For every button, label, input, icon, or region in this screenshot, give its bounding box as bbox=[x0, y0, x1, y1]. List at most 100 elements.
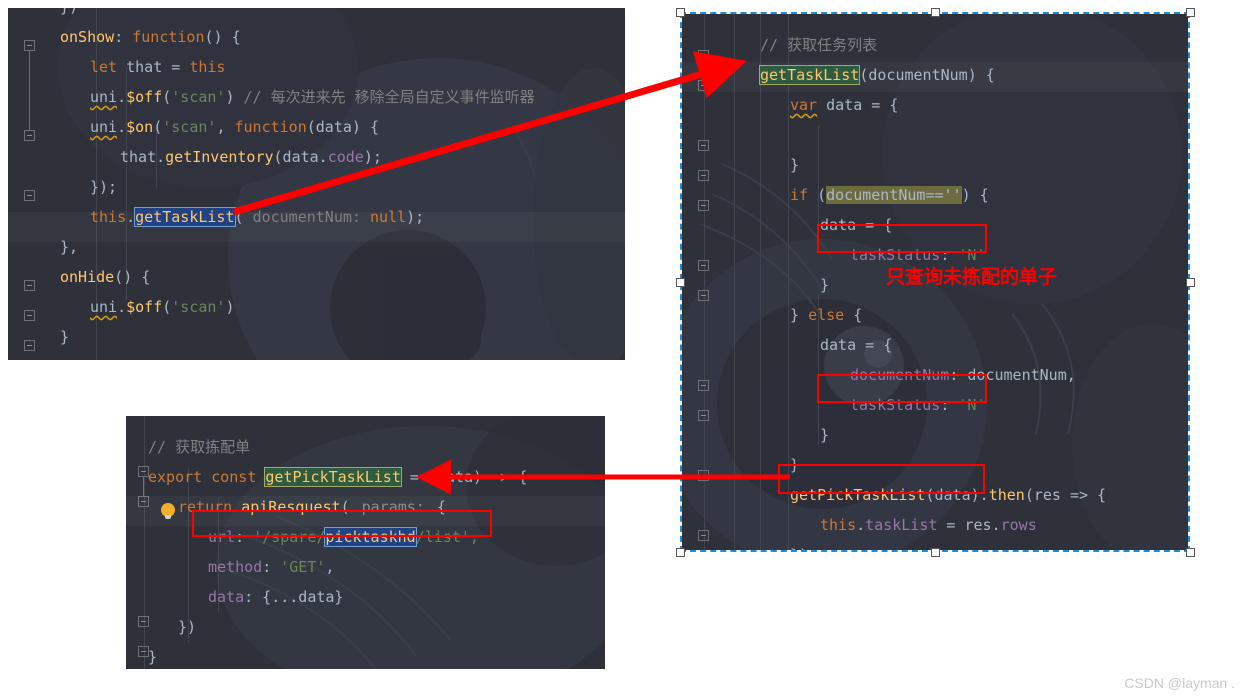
code-line[interactable]: that.getInventory(data.code); bbox=[60, 142, 535, 172]
code-line[interactable]: }) bbox=[148, 612, 527, 642]
code-token: data = { bbox=[820, 216, 893, 234]
code-token: : bbox=[235, 528, 254, 546]
code-line[interactable]: this.taskList = res.rows bbox=[730, 510, 1106, 540]
code-line[interactable]: onHide() { bbox=[60, 262, 535, 292]
code-token: code bbox=[327, 148, 364, 166]
code-line[interactable]: }); bbox=[60, 172, 535, 202]
code-line[interactable]: }) bbox=[60, 8, 535, 22]
code-token: 'N' bbox=[958, 396, 986, 414]
code-line[interactable] bbox=[730, 120, 1106, 150]
code-line[interactable]: }, bbox=[60, 232, 535, 262]
code-token: }) bbox=[60, 8, 78, 16]
code-line[interactable]: data = { bbox=[730, 210, 1106, 240]
code-line[interactable]: } bbox=[730, 150, 1106, 180]
resize-handle-n[interactable] bbox=[931, 8, 940, 17]
code-line[interactable]: taskStatus: 'N' bbox=[730, 390, 1106, 420]
code-token: } bbox=[820, 276, 830, 294]
code-line[interactable]: let that = this bbox=[60, 52, 535, 82]
code-lines-right[interactable]: // 获取任务列表 getTaskList(documentNum) {var d… bbox=[730, 30, 1106, 550]
code-token: // 获取拣配单 bbox=[148, 438, 251, 456]
code-token: function bbox=[234, 118, 307, 136]
code-token: : documentNum, bbox=[949, 366, 1076, 384]
code-line[interactable]: } bbox=[730, 450, 1106, 480]
code-token: return bbox=[178, 498, 233, 516]
code-line[interactable]: documentNum: documentNum, bbox=[730, 360, 1106, 390]
code-token: ( bbox=[234, 208, 253, 226]
code-line[interactable]: method: 'GET', bbox=[148, 552, 527, 582]
code-token: 'scan' bbox=[171, 298, 226, 316]
code-token: taskStatus bbox=[850, 396, 941, 414]
resize-handle-se[interactable] bbox=[1186, 548, 1195, 557]
code-panel-api-getpicktasklist[interactable]: // 获取拣配单 export const getPickTaskList = (… bbox=[126, 416, 605, 669]
resize-handle-e[interactable] bbox=[1186, 278, 1195, 287]
resize-handle-sw[interactable] bbox=[676, 548, 685, 557]
code-token: // 获取任务列表 bbox=[760, 36, 878, 54]
code-line[interactable]: getPickTaskList(data).then(res => { bbox=[730, 480, 1106, 510]
code-token: that. bbox=[120, 148, 166, 166]
code-token: else bbox=[808, 306, 845, 324]
code-panel-onshow[interactable]: })onShow: function() {let that = thisuni… bbox=[8, 8, 625, 360]
code-token: { bbox=[427, 498, 446, 516]
gutter-right[interactable] bbox=[682, 14, 726, 550]
annotation-note-chinese: 只查询未拣配的单子 bbox=[886, 266, 1058, 288]
code-token: (data. bbox=[273, 148, 328, 166]
code-line[interactable]: uni.$on('scan', function(data) { bbox=[60, 112, 535, 142]
code-line[interactable]: var data = { bbox=[730, 90, 1106, 120]
code-token: : {...data} bbox=[244, 588, 344, 606]
code-line[interactable]: getTaskList(documentNum) { bbox=[730, 60, 1106, 90]
code-token: $off bbox=[126, 298, 163, 316]
code-token: method bbox=[208, 558, 263, 576]
code-line[interactable]: uni.$off('scan') // 每次进来先 移除全局自定义事件监听器 bbox=[60, 82, 535, 112]
code-token: data bbox=[208, 588, 245, 606]
code-lines-left[interactable]: })onShow: function() {let that = thisuni… bbox=[60, 8, 535, 352]
code-line[interactable]: } bbox=[60, 322, 535, 352]
code-token: (data) bbox=[925, 486, 980, 504]
code-token: , bbox=[216, 118, 235, 136]
gutter-left[interactable] bbox=[8, 8, 52, 360]
code-token: : bbox=[262, 558, 281, 576]
screenshot-root: })onShow: function() {let that = thisuni… bbox=[0, 0, 1247, 699]
code-token: export bbox=[148, 468, 203, 486]
code-line[interactable]: data = { bbox=[730, 330, 1106, 360]
code-line[interactable]: this.getTaskList( documentNum: null); bbox=[60, 202, 535, 232]
code-token: function bbox=[132, 28, 205, 46]
code-line[interactable]: // 获取拣配单 bbox=[148, 432, 527, 462]
code-token: ( bbox=[162, 88, 172, 106]
code-token: = res. bbox=[937, 516, 1001, 534]
code-token: } bbox=[790, 306, 809, 324]
code-lines-bottom[interactable]: // 获取拣配单 export const getPickTaskList = (… bbox=[148, 432, 527, 669]
code-token: $off bbox=[126, 88, 163, 106]
code-line[interactable]: } else { bbox=[730, 300, 1106, 330]
code-token: } bbox=[790, 156, 800, 174]
code-line[interactable]: } bbox=[730, 420, 1106, 450]
code-line[interactable]: uni.$off('scan') bbox=[60, 292, 535, 322]
code-token: then bbox=[988, 486, 1025, 504]
code-token: // 每次进来先 移除全局自定义事件监听器 bbox=[243, 88, 535, 106]
code-token: (data) { bbox=[306, 118, 379, 136]
code-line[interactable]: onShow: function() { bbox=[60, 22, 535, 52]
code-line[interactable]: }) bbox=[730, 540, 1106, 550]
code-line[interactable]: url: '/spare/picktaskhd/list', bbox=[148, 522, 527, 552]
code-line[interactable]: return apiResquest( params: { bbox=[148, 492, 527, 522]
code-line[interactable]: data: {...data} bbox=[148, 582, 527, 612]
code-line[interactable]: export const getPickTaskList = (data) =>… bbox=[148, 462, 527, 492]
code-token: : bbox=[940, 396, 959, 414]
resize-handle-nw[interactable] bbox=[676, 8, 685, 17]
code-line[interactable]: // 获取任务列表 bbox=[730, 30, 1106, 60]
resize-handle-ne[interactable] bbox=[1186, 8, 1195, 17]
resize-handle-s[interactable] bbox=[931, 548, 940, 557]
code-token: } bbox=[148, 648, 158, 666]
code-token: () { bbox=[114, 268, 151, 286]
code-line[interactable]: if (documentNum=='') { bbox=[730, 180, 1106, 210]
code-line[interactable]: } bbox=[148, 642, 527, 669]
resize-handle-w[interactable] bbox=[676, 278, 685, 287]
code-token: $on bbox=[126, 118, 154, 136]
code-token: rows bbox=[1000, 516, 1037, 534]
code-token: taskList bbox=[865, 516, 938, 534]
code-token: : bbox=[114, 28, 133, 46]
code-token: ( bbox=[162, 298, 172, 316]
code-token: (res => { bbox=[1024, 486, 1107, 504]
code-token: onShow bbox=[60, 28, 115, 46]
